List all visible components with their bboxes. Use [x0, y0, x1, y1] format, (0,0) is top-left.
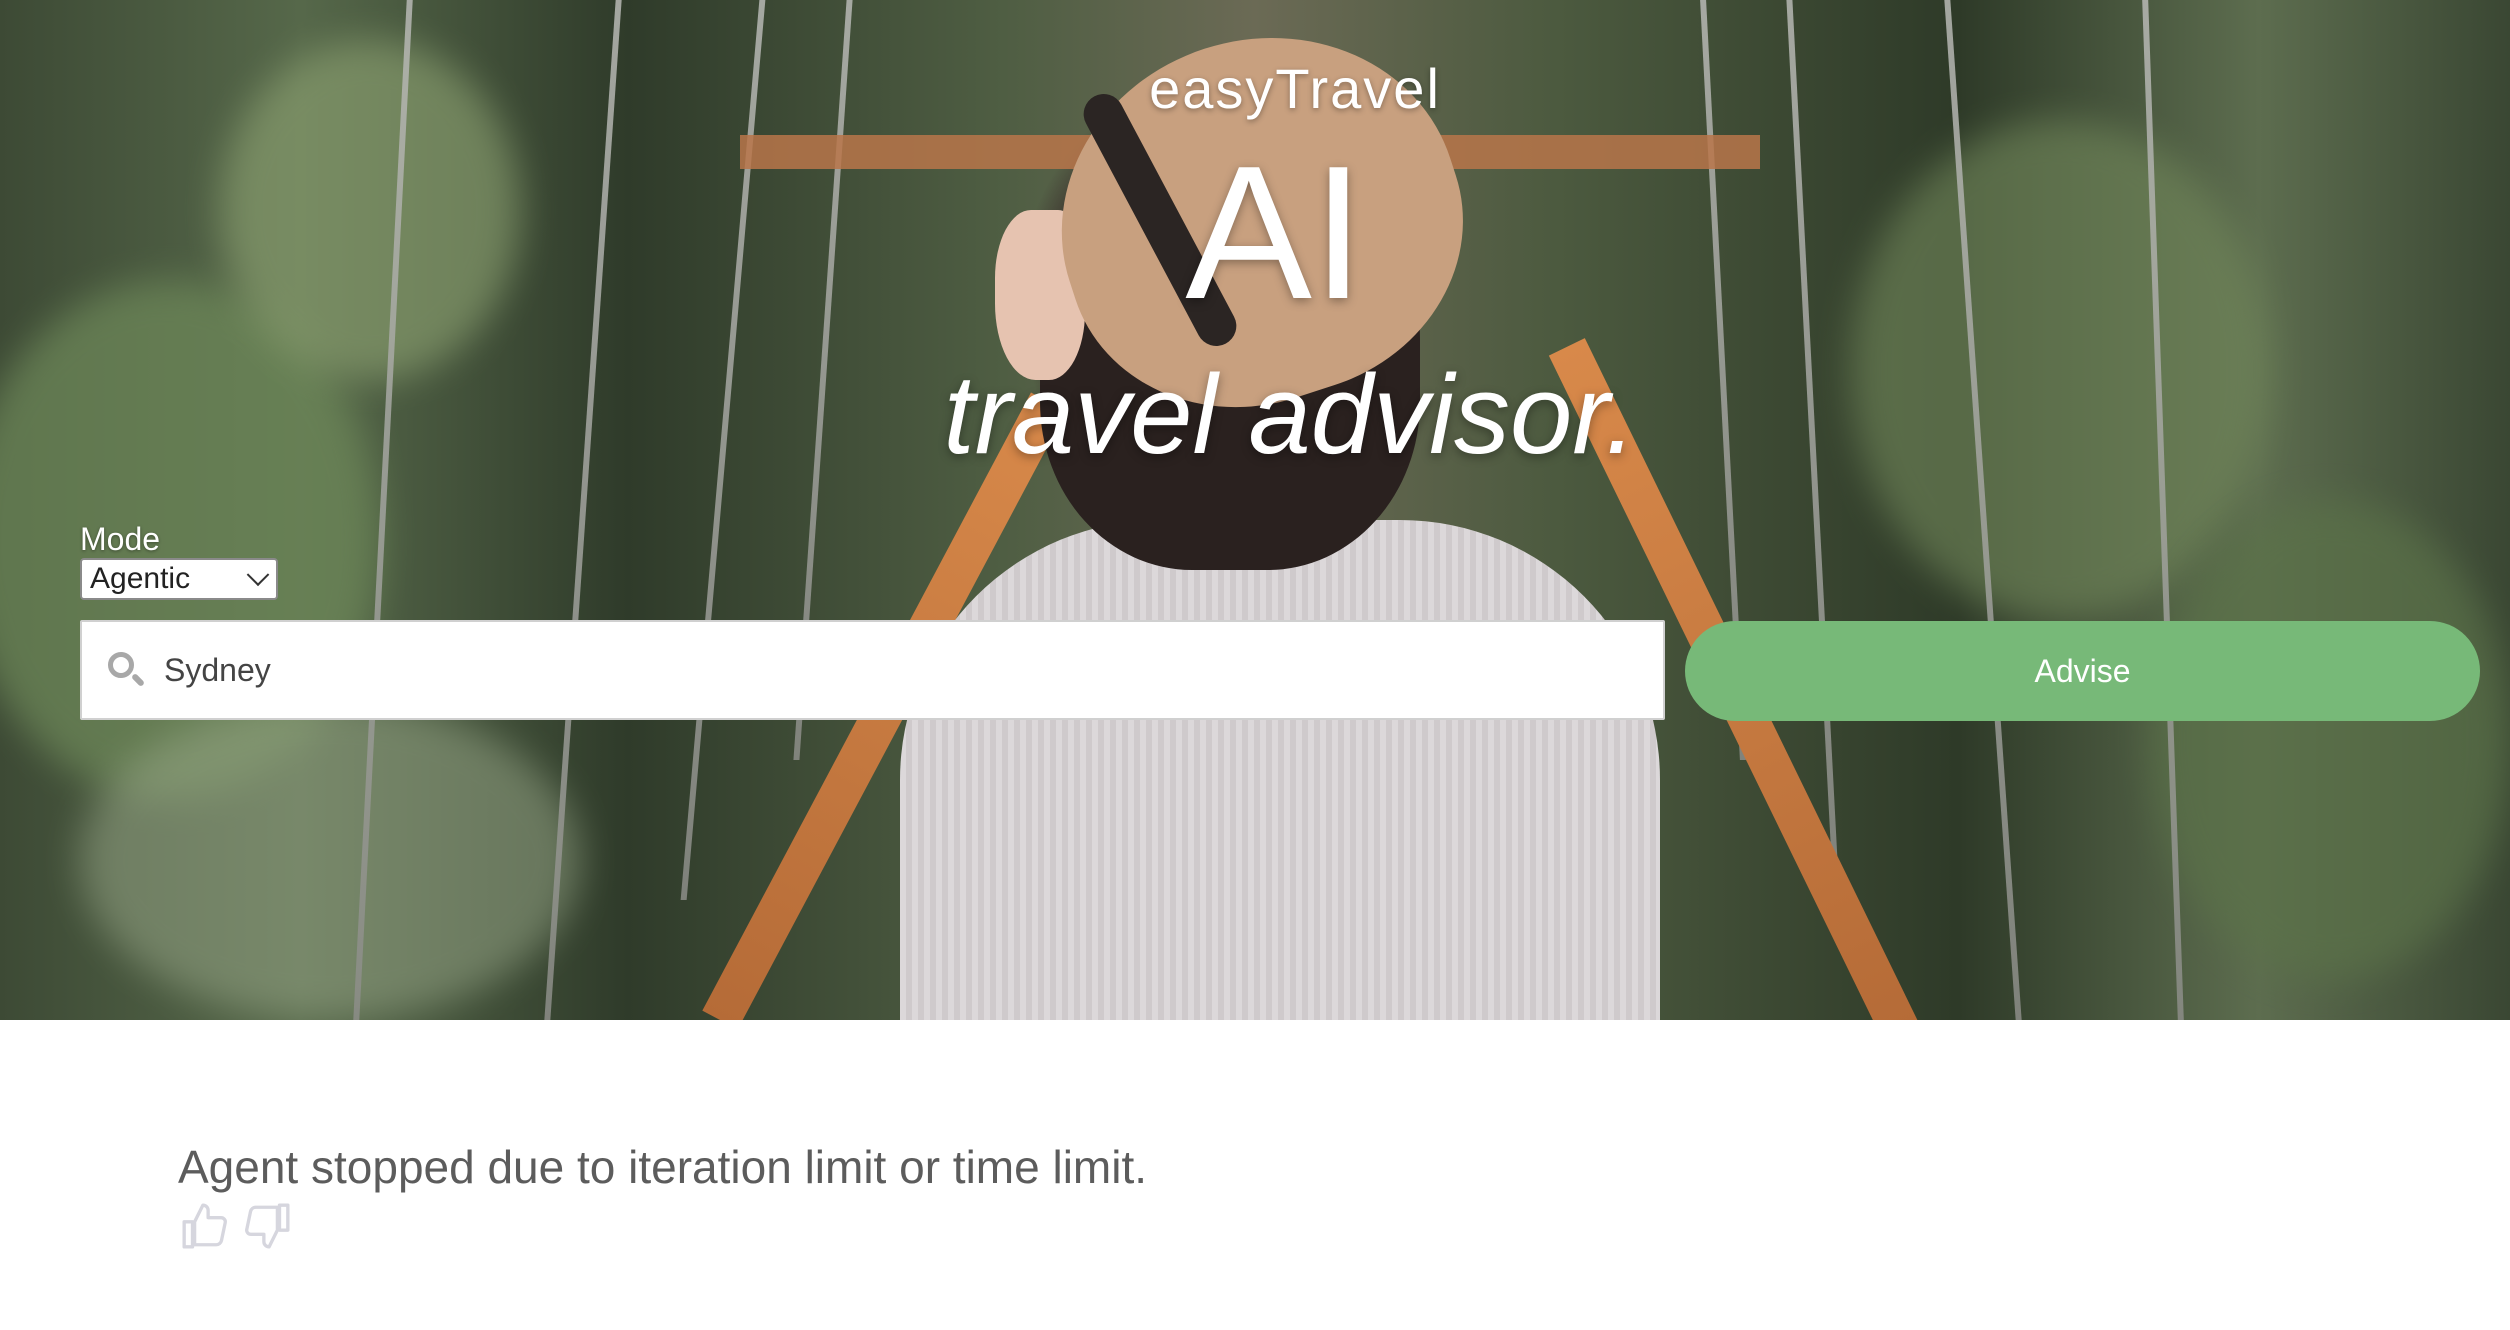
thumbs-down-icon[interactable] [242, 1200, 292, 1252]
advise-button[interactable]: Advise [1685, 621, 2480, 721]
thumbs-up-icon[interactable] [180, 1200, 230, 1252]
hero-headline: AI [1185, 127, 1365, 339]
bridge-rope [544, 0, 622, 1020]
search-input[interactable] [164, 651, 1614, 689]
search-bar[interactable] [80, 620, 1665, 720]
search-icon [106, 650, 146, 690]
foliage-decoration [220, 40, 520, 380]
mode-select[interactable]: Agentic [80, 558, 278, 600]
chevron-down-icon [246, 563, 270, 587]
result-message: Agent stopped due to iteration limit or … [178, 1141, 1148, 1193]
foliage-decoration [1850, 120, 2270, 620]
bridge-rope [1786, 0, 1840, 900]
mode-label: Mode [80, 521, 161, 557]
hero-tagline: travel advisor. [943, 352, 1637, 477]
foliage-decoration [2150, 500, 2510, 980]
foliage-decoration [80, 700, 580, 1020]
feedback-bar [180, 1200, 292, 1252]
mode-select-value: Agentic [90, 562, 191, 595]
person-sweater [900, 520, 1660, 1020]
brand-logo: easyTravel [1149, 57, 1441, 120]
